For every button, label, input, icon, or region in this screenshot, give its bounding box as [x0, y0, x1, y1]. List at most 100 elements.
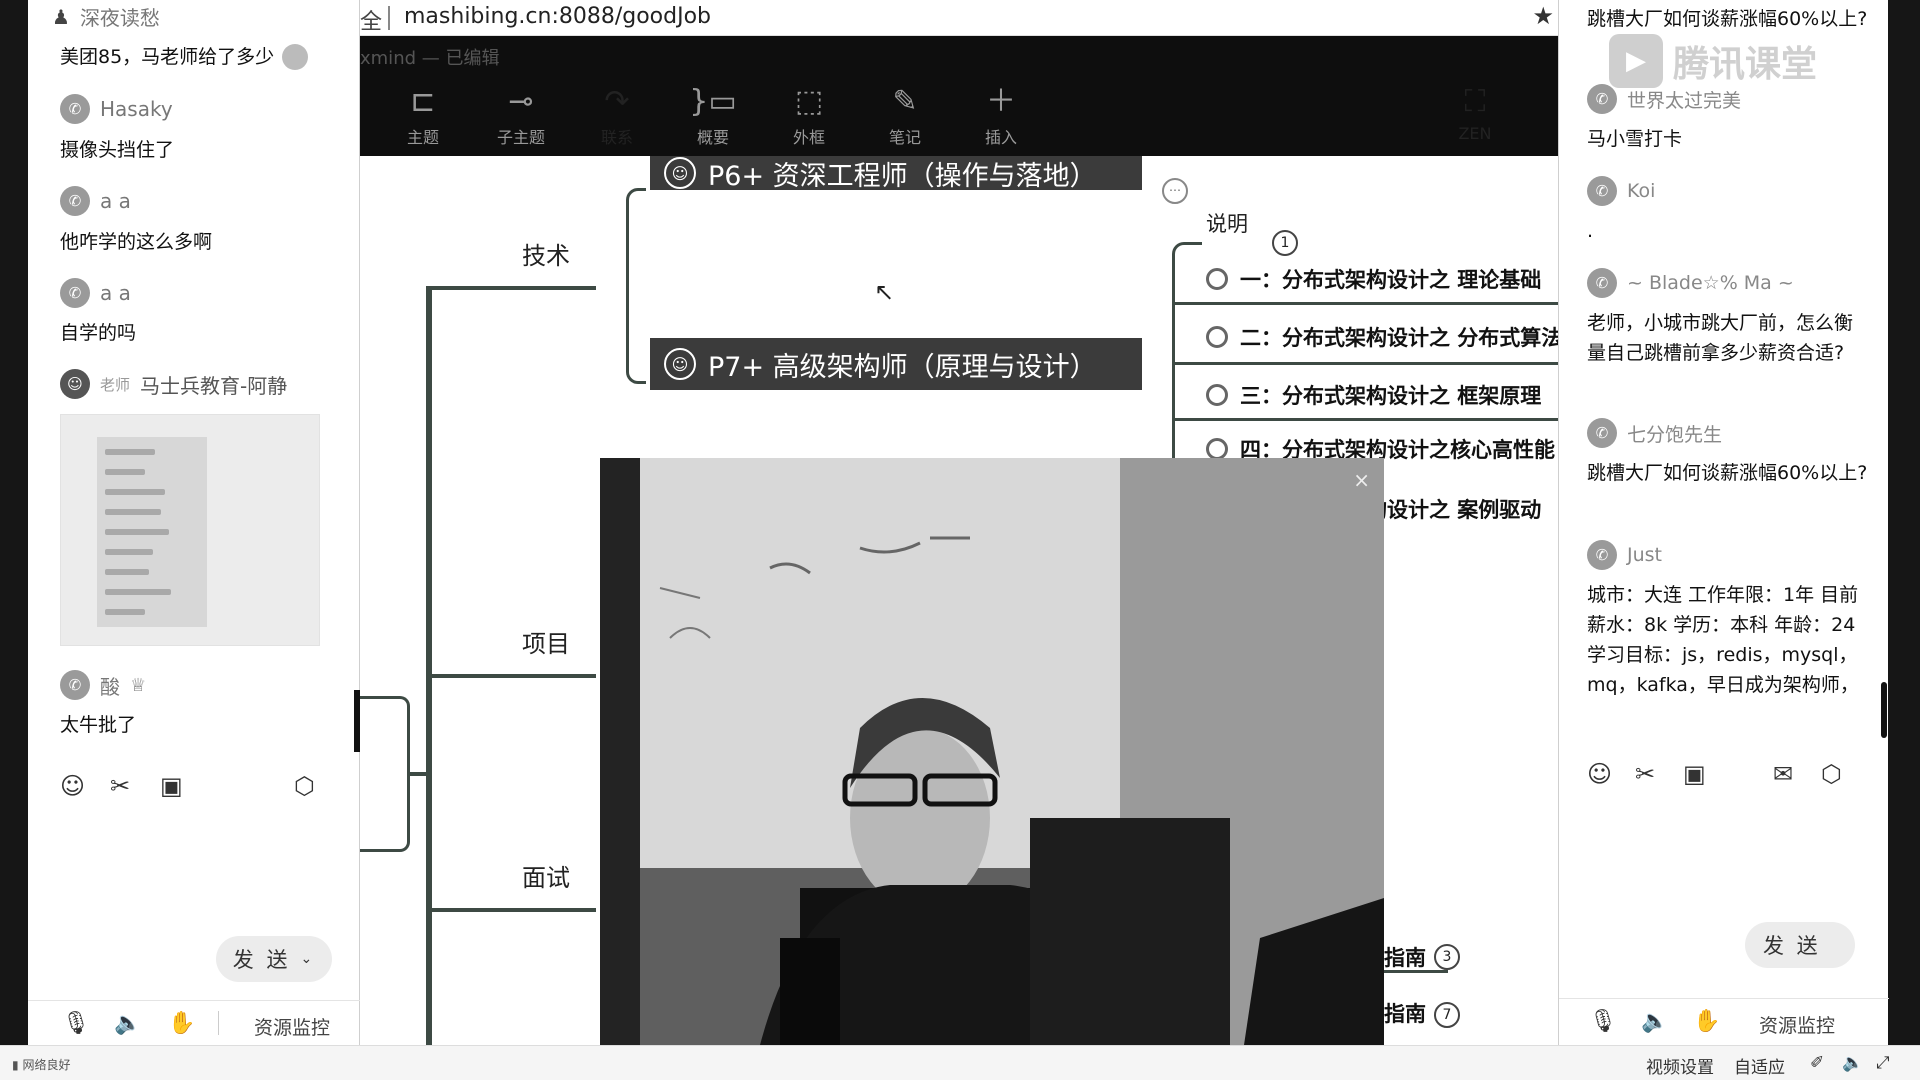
chat-user: ✆ 七分饱先生 — [1587, 418, 1722, 448]
resource-monitor-button[interactable]: 资源监控 — [254, 1013, 330, 1040]
chat-username: Koi — [1627, 180, 1656, 202]
insert-icon: ＋ — [986, 84, 1016, 119]
chat-message: 马小雪打卡 — [1587, 128, 1683, 150]
branch-tech[interactable]: 技术 — [522, 236, 570, 271]
divider — [388, 6, 390, 30]
chat-message: 摄像头挡住了 — [60, 139, 175, 161]
emoji-icon[interactable]: ☺ — [1587, 760, 1612, 788]
settings-icon[interactable]: ⬡ — [1821, 760, 1842, 788]
scissors-icon[interactable]: ✂ — [1635, 760, 1655, 788]
insert-button[interactable]: ＋ 插入 — [966, 82, 1036, 148]
url-prefix: 全 — [360, 10, 383, 35]
watermark-label: 腾讯课堂 — [1673, 44, 1818, 85]
summary-button[interactable]: }▭ 概要 — [678, 82, 748, 148]
left-chat-panel: ♟ 深夜读愁 美团85，马老师给了多少 ✆ Hasaky 摄像头挡住了 ✆ a … — [28, 0, 360, 1045]
chat-username: a a — [100, 189, 131, 213]
zen-label: ZEN — [1458, 124, 1492, 143]
video-settings-button[interactable]: 视频设置 — [1646, 1053, 1714, 1078]
chat-username: 七分饱先生 — [1627, 423, 1723, 446]
bookmark-star-icon[interactable]: ★ — [1532, 2, 1554, 30]
right-window-edge — [1888, 0, 1920, 1045]
subtopic-item[interactable]: 三：分布式架构设计之 框架原理 — [1206, 380, 1558, 410]
webcam-video-overlay[interactable]: × — [600, 458, 1384, 1045]
image-icon[interactable]: ▣ — [160, 772, 183, 800]
send-button[interactable]: 发 送 ⌄ — [216, 936, 332, 982]
note-button[interactable]: ✎ 笔记 — [870, 82, 940, 148]
chat-avatar-icon: ✆ — [1587, 268, 1617, 298]
count-badge[interactable]: 3 — [1434, 944, 1460, 970]
document-title: xmind — 已编辑 — [360, 48, 500, 69]
send-label: 发 送 — [1763, 934, 1821, 958]
microphone-icon[interactable]: 🎙 — [1589, 1009, 1617, 1034]
scissors-icon[interactable]: ✂ — [110, 772, 130, 800]
chat-user-teacher: ☺ 老师 马士兵教育-阿静 — [60, 369, 287, 399]
brush-icon[interactable]: ✐ — [1810, 1053, 1824, 1073]
comment-icon[interactable]: ✉ — [1773, 760, 1793, 788]
url-field[interactable]: mashibing.cn:8088/goodJob — [404, 4, 711, 29]
subtopic-item[interactable]: 一：分布式架构设计之 理论基础 — [1206, 264, 1558, 294]
count-badge[interactable]: 1 — [1272, 230, 1298, 256]
chat-user: ✆ a a — [60, 278, 131, 308]
topic-label: 主题 — [406, 128, 439, 147]
fullscreen-icon[interactable]: ⤢ — [1876, 1053, 1890, 1073]
chat-username: a a — [100, 281, 131, 305]
settings-icon[interactable]: ⬡ — [294, 772, 315, 800]
network-status: ▮ 网络良好 — [12, 1056, 70, 1073]
speaker-icon[interactable]: 🔈 — [1641, 1009, 1668, 1034]
hand-raise-icon[interactable]: ✋ — [1693, 1009, 1720, 1034]
topic-p6-box[interactable]: ☺ P6+ 资深工程师（操作与落地） — [650, 156, 1142, 192]
subtopic-marker-icon — [1206, 268, 1228, 290]
subtopic-item[interactable]: 二：分布式架构设计之 分布式算法 — [1206, 322, 1558, 352]
chevron-down-icon[interactable]: ⌄ — [300, 951, 315, 967]
image-icon[interactable]: ▣ — [1683, 760, 1706, 788]
relationship-icon: ↷ — [604, 84, 630, 119]
boundary-icon: ⬚ — [794, 84, 824, 119]
chat-user: ✆ a a — [60, 186, 131, 216]
left-window-edge — [0, 0, 28, 1045]
insert-label: 插入 — [984, 128, 1017, 147]
send-button[interactable]: 发 送 — [1745, 922, 1855, 968]
chat-user: ✆ ~ Blade☆% Ma ~ — [1587, 268, 1794, 298]
auto-fit-button[interactable]: 自适应 — [1734, 1053, 1785, 1078]
chat-scrollbar[interactable] — [1881, 682, 1887, 738]
right-bottom-bar: 🎙 🔈 ✋ 资源监控 — [1559, 998, 1889, 1045]
volume-icon[interactable]: 🔈 — [1842, 1053, 1863, 1073]
connector-line — [426, 908, 596, 912]
hand-raise-icon[interactable]: ✋ — [168, 1011, 195, 1036]
topic-button[interactable]: ⊏ 主题 — [388, 82, 458, 148]
chat-message: 跳槽大厂如何谈薪涨幅60%以上? — [1587, 462, 1868, 484]
more-icon[interactable]: ⋯ — [1162, 178, 1188, 204]
subtopic-button[interactable]: ⊸ 子主题 — [486, 82, 556, 148]
speaker-icon[interactable]: 🔈 — [114, 1011, 141, 1036]
chat-message: 他咋学的这么多啊 — [60, 231, 213, 253]
explain-label[interactable]: 说明 — [1206, 208, 1248, 238]
guide-item[interactable]: 指南 — [1384, 998, 1426, 1028]
relationship-button[interactable]: ↷ 联系 — [582, 82, 652, 148]
send-label: 发 送 — [232, 948, 291, 972]
branch-project[interactable]: 项目 — [522, 624, 570, 659]
close-icon[interactable]: × — [1353, 468, 1370, 492]
chat-message: . — [1587, 220, 1594, 242]
topic-p7-box[interactable]: ☺ P7+ 高级架构师（原理与设计） — [650, 338, 1142, 390]
zen-button[interactable]: ⛶ ZEN — [1440, 82, 1510, 143]
topic-p7-label: P7+ 高级架构师（原理与设计） — [708, 351, 1097, 383]
guide-item[interactable]: 指南 — [1384, 942, 1426, 972]
resource-monitor-button[interactable]: 资源监控 — [1759, 1011, 1835, 1038]
browser-address-bar: 全 mashibing.cn:8088/goodJob ★ — [360, 0, 1558, 36]
status-bar: ▮ 网络良好 视频设置 自适应 ✐ 🔈 ⤢ — [0, 1045, 1920, 1080]
count-badge[interactable]: 7 — [1434, 1002, 1460, 1028]
divider — [218, 1011, 219, 1035]
emoji-icon[interactable]: ☺ — [60, 772, 85, 800]
boundary-button[interactable]: ⬚ 外框 — [774, 82, 844, 148]
branch-interview[interactable]: 面试 — [522, 858, 570, 893]
microphone-icon[interactable]: 🎙 — [62, 1011, 90, 1036]
chat-user: ✆ Koi — [1587, 176, 1655, 206]
subtopic-label: 一：分布式架构设计之 理论基础 — [1240, 268, 1542, 292]
subtopic-marker-icon — [1206, 326, 1228, 348]
shared-screenshot-image[interactable] — [60, 414, 320, 646]
chat-avatar-icon: ✆ — [1587, 418, 1617, 448]
xmind-toolbar: ⊏ 主题 ⊸ 子主题 ↷ 联系 }▭ 概要 ⬚ 外框 ✎ 笔记 ＋ 插入 ⛶ ZEN — [360, 76, 1558, 156]
connector-line — [1172, 362, 1558, 365]
collapsed-bracket[interactable] — [360, 696, 410, 852]
connector-line — [426, 288, 432, 1045]
